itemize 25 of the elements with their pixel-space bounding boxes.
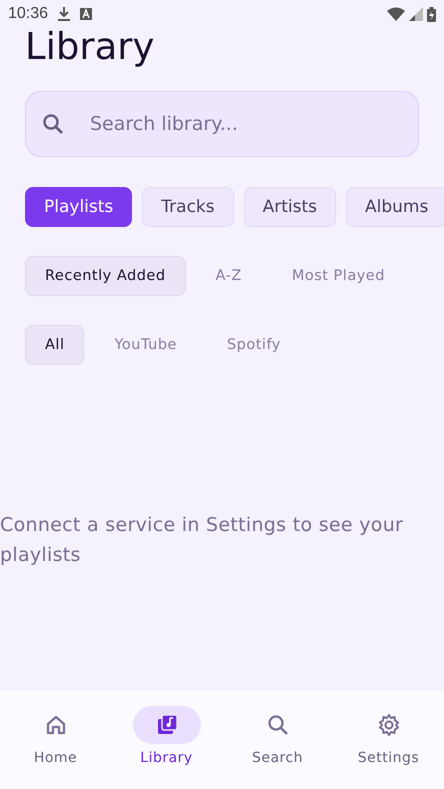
download-icon <box>58 7 70 21</box>
search-icon <box>266 713 290 737</box>
sort-chip[interactable]: Most Played <box>272 256 405 296</box>
source-chip[interactable]: YouTube <box>94 325 197 365</box>
battery-icon <box>427 6 436 22</box>
category-tab[interactable]: Artists <box>244 187 336 227</box>
gear-icon <box>376 713 400 737</box>
page-title: Library <box>25 28 154 66</box>
font-icon <box>80 8 92 20</box>
source-chip[interactable]: Spotify <box>206 325 301 365</box>
source-chip[interactable]: All <box>25 325 84 365</box>
empty-message: Connect a service in Settings to see your playlists <box>0 513 404 568</box>
category-tab[interactable]: Playlists <box>25 187 132 227</box>
search-field[interactable]: Search library... <box>25 91 419 157</box>
signal-icon <box>409 7 423 21</box>
sort-chip[interactable]: A-Z <box>196 256 262 296</box>
category-tab[interactable]: Tracks <box>142 187 234 227</box>
nav-tab[interactable]: Settings <box>338 706 438 766</box>
nav-tab[interactable]: Library <box>116 706 216 766</box>
nav-tab[interactable]: Home <box>6 706 106 766</box>
wifi-icon <box>387 7 405 21</box>
sort-chip[interactable]: Recently Added <box>25 256 186 296</box>
category-tab[interactable]: Albums <box>346 187 444 227</box>
status-time: 10:36 <box>8 5 48 23</box>
nav-tab[interactable]: Search <box>228 706 328 766</box>
